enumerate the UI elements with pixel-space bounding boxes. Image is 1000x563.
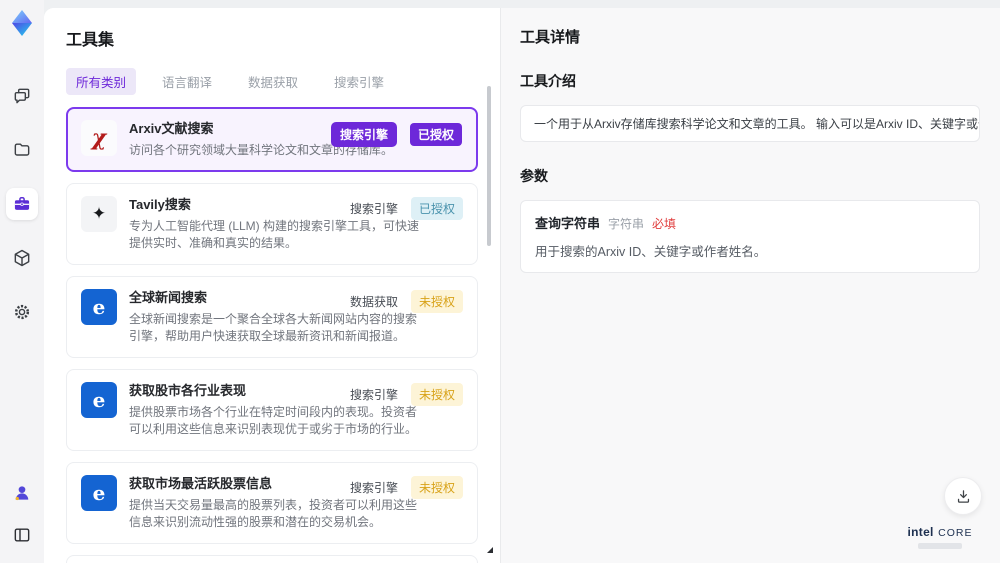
details-title: 工具详情: [520, 29, 581, 46]
app-logo-icon[interactable]: [7, 8, 37, 38]
tool-badges: 搜索引擎 未授权: [350, 476, 463, 499]
scroll-corner-grip: [487, 547, 493, 553]
tool-icon: [81, 382, 117, 418]
rail-nav: [6, 80, 38, 328]
category-tab[interactable]: 数据获取: [238, 68, 308, 95]
tool-badges: 搜索引擎 已授权: [350, 197, 463, 220]
brand-intel: intel: [907, 525, 934, 539]
download-button[interactable]: [944, 477, 982, 515]
tool-status-badge: 未授权: [410, 383, 463, 406]
tool-icon: [81, 120, 117, 156]
tool-badges: 数据获取 未授权: [350, 290, 463, 313]
user-icon[interactable]: [6, 477, 38, 509]
tool-card[interactable]: 全球新闻搜索 全球新闻搜索是一个聚合全球各大新闻网站内容的搜索引擎，帮助用户快速…: [66, 276, 478, 358]
intro-text-box: 一个用于从Arxiv存储库搜索科学论文和文章的工具。 输入可以是Arxiv ID…: [520, 105, 980, 142]
briefcase-icon-active-tools[interactable]: [6, 188, 38, 220]
folder-icon[interactable]: [6, 134, 38, 166]
tool-description: 专为人工智能代理 (LLM) 构建的搜索引擎工具，可快速提供实时、准确和真实的结…: [129, 219, 420, 250]
category-tab[interactable]: 搜索引擎: [324, 68, 394, 95]
content-shell: 工具集 所有类别 语言翻译 数据获取 搜索引擎 Arxiv文献搜索 访问各个研究…: [44, 8, 1000, 563]
tool-description: 全球新闻搜索是一个聚合全球各大新闻网站内容的搜索引擎，帮助用户快速获取全球最新资…: [129, 312, 418, 343]
param-card: 查询字符串 字符串 必填 用于搜索的Arxiv ID、关键字或作者姓名。: [520, 200, 980, 273]
panel-toggle-icon[interactable]: [6, 519, 38, 551]
cube-icon[interactable]: [6, 242, 38, 274]
tool-card[interactable]: 获取市场最活跃股票信息 提供当天交易量最高的股票列表，投资者可以利用这些信息来识…: [66, 462, 478, 544]
tool-description: 提供股票市场各个行业在特定时间段内的表现。投资者可以利用这些信息来识别表现优于或…: [129, 405, 418, 436]
tool-card[interactable]: Tavily搜索 专为人工智能代理 (LLM) 构建的搜索引擎工具，可快速提供实…: [66, 183, 478, 265]
list-scrollbar-thumb[interactable]: [487, 86, 491, 246]
tool-icon: [81, 475, 117, 511]
tool-category-badge: 搜索引擎: [349, 481, 398, 495]
tool-status-badge: 未授权: [410, 476, 463, 499]
tool-category-badge: 数据获取: [349, 295, 398, 309]
tool-details-panel: 工具详情 工具介绍 一个用于从Arxiv存储库搜索科学论文和文章的工具。 输入可…: [501, 8, 1000, 563]
tool-icon: [81, 196, 117, 232]
tool-category-badge: 搜索引擎: [330, 122, 397, 147]
chat-icon[interactable]: [6, 80, 38, 112]
gear-icon[interactable]: [6, 296, 38, 328]
param-required-flag: 必填: [652, 217, 677, 231]
tool-card[interactable]: Arxiv文献搜索 访问各个研究领域大量科学论文和文章的存储库。 搜索引擎 已授…: [66, 107, 478, 172]
tool-icon: [81, 289, 117, 325]
tool-badges: 搜索引擎 未授权: [350, 383, 463, 406]
param-description: 用于搜索的Arxiv ID、关键字或作者姓名。: [535, 245, 767, 259]
tool-status-badge: 未授权: [410, 290, 463, 313]
tool-status-badge: 已授权: [409, 123, 462, 146]
category-tab[interactable]: 所有类别: [66, 68, 137, 95]
rail-bottom: [6, 477, 38, 551]
tool-badges: 搜索引擎 已授权: [330, 122, 462, 147]
left-rail: [0, 0, 44, 563]
category-tab[interactable]: 语言翻译: [152, 68, 222, 95]
param-head: 查询字符串 字符串 必填: [535, 213, 965, 232]
category-tabs: 所有类别 语言翻译 数据获取 搜索引擎: [66, 68, 478, 95]
page-title: 工具集: [66, 32, 115, 49]
param-name: 查询字符串: [535, 216, 601, 231]
brand-core: CORE: [938, 527, 973, 539]
tool-category-badge: 搜索引擎: [349, 202, 398, 216]
brand-subtext-blur: [918, 543, 962, 549]
intro-heading: 工具介绍: [520, 73, 576, 89]
intel-core-logo: intel CORE: [892, 525, 988, 549]
param-type: 字符串: [608, 217, 645, 231]
tool-list: Arxiv文献搜索 访问各个研究领域大量科学论文和文章的存储库。 搜索引擎 已授…: [66, 107, 478, 563]
tool-status-badge: 已授权: [410, 197, 463, 220]
tool-collection-panel: 工具集 所有类别 语言翻译 数据获取 搜索引擎 Arxiv文献搜索 访问各个研究…: [44, 8, 501, 563]
tool-description: 提供当天交易量最高的股票列表，投资者可以利用这些信息来识别流动性强的股票和潜在的…: [129, 498, 418, 529]
params-heading: 参数: [520, 168, 548, 184]
tool-card[interactable]: 获取股市各行业表现 提供股票市场各个行业在特定时间段内的表现。投资者可以利用这些…: [66, 369, 478, 451]
tool-category-badge: 搜索引擎: [349, 388, 398, 402]
download-icon: [957, 489, 969, 503]
tool-card[interactable]: 万维地区新闻查询 查询具体行政区划内的新闻，快速了解各地新闻动 搜索引擎 未授权: [66, 555, 478, 563]
